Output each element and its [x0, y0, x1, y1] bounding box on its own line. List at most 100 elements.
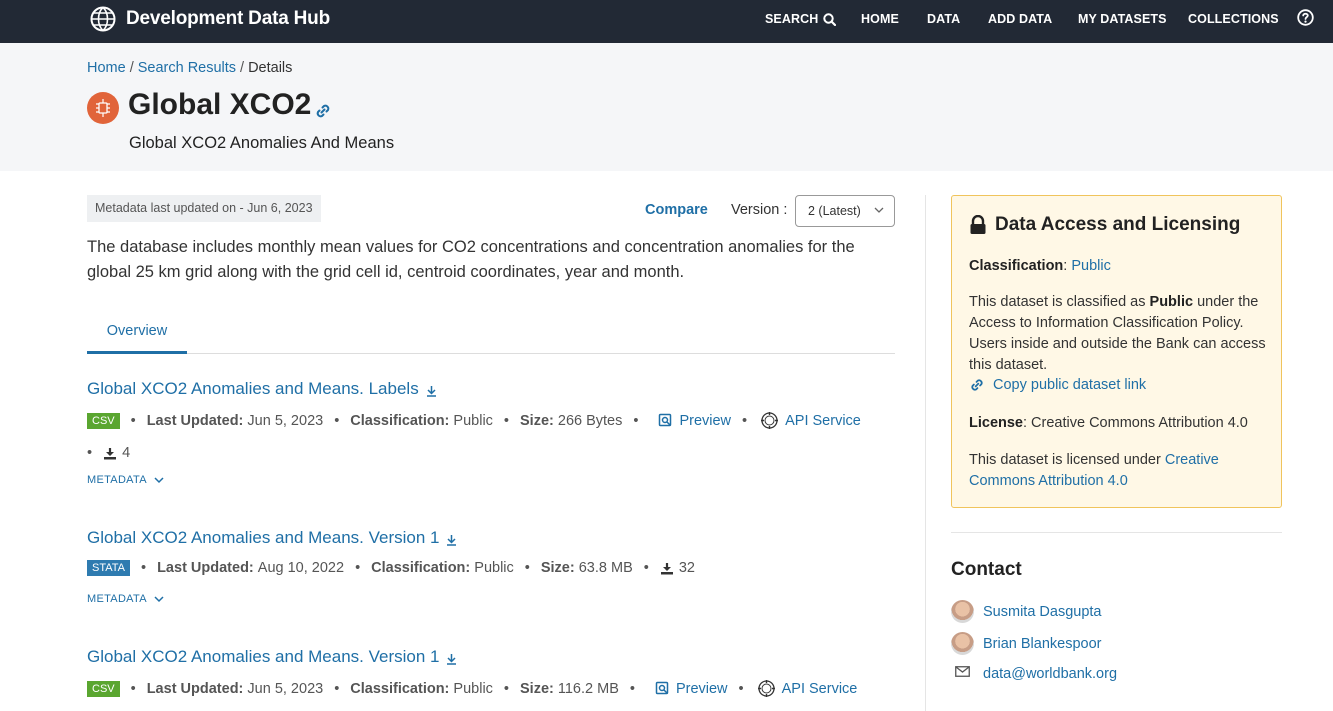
classification-row: Classification: Public	[969, 258, 1111, 274]
size-value: 116.2 MB	[557, 680, 619, 697]
download-icon[interactable]	[446, 653, 457, 665]
download-icon[interactable]	[446, 534, 457, 546]
resource-title[interactable]: Global XCO2 Anomalies and Means. Labels	[87, 379, 437, 399]
contact-email-address: data@worldbank.org	[983, 666, 1118, 682]
dataset-header: Home / Search Results / Details Global XCO2 …	[0, 43, 1333, 171]
data-access-title-text: Data Access and Licensing	[995, 214, 1241, 235]
nav-home[interactable]: HOME	[861, 12, 899, 26]
version-select[interactable]: 2 (Latest)	[795, 195, 895, 227]
preview-link[interactable]: Preview	[655, 681, 728, 697]
api-service-link[interactable]: API Service	[757, 679, 858, 698]
contact-email[interactable]: data@worldbank.org	[951, 666, 1117, 682]
avatar	[951, 600, 974, 623]
size-label: Size:	[540, 560, 575, 576]
size-value: 266 Bytes	[557, 412, 623, 429]
licensed-text-pre: This dataset is licensed under	[969, 452, 1165, 468]
breadcrumb-separator: /	[240, 60, 245, 76]
metadata-toggle-label: METADATA	[87, 593, 147, 605]
nav-data[interactable]: DATA	[927, 12, 960, 26]
resource-title[interactable]: Global XCO2 Anomalies and Means. Version…	[87, 528, 457, 548]
download-icon	[660, 562, 673, 574]
help-icon[interactable]	[1297, 9, 1314, 26]
separator-dot: •	[633, 412, 639, 429]
nav-search[interactable]: SEARCH	[765, 12, 837, 26]
link-icon	[971, 379, 983, 391]
satellite-icon	[96, 99, 110, 117]
last-updated-value: Jun 5, 2023	[247, 412, 324, 429]
metadata-toggle[interactable]: METADATA	[87, 593, 164, 605]
sidebar-divider	[925, 195, 926, 711]
dataset-description: The database includes monthly mean value…	[87, 238, 855, 281]
nav-search-label: SEARCH	[765, 12, 819, 26]
download-icon[interactable]	[426, 385, 437, 397]
copy-dataset-link[interactable]: Copy public dataset link	[969, 377, 1146, 393]
compare-button[interactable]: Compare	[645, 202, 708, 218]
last-updated-label: Last Updated:	[146, 412, 244, 429]
metadata-toggle[interactable]: METADATA	[87, 474, 164, 486]
version-label: Version :	[731, 202, 788, 218]
classified-text-pre: This dataset is classified as	[969, 294, 1150, 310]
contact-person-name: Susmita Dasgupta	[983, 603, 1102, 620]
copy-dataset-link-label: Copy public dataset link	[993, 377, 1147, 393]
last-updated-label: Last Updated:	[146, 680, 244, 697]
breadcrumb-home[interactable]: Home	[87, 60, 126, 76]
tab-overview[interactable]: Overview	[87, 316, 187, 354]
contact-person[interactable]: Susmita Dasgupta	[951, 600, 1101, 623]
sidebar-separator	[951, 532, 1282, 533]
separator-dot: •	[141, 560, 147, 576]
dataset-type-icon	[87, 92, 119, 124]
data-access-panel: Data Access and Licensing Classification…	[951, 195, 1282, 508]
nav-add-data[interactable]: ADD DATA	[988, 12, 1052, 26]
version-selected-value: 2 (Latest)	[808, 204, 861, 218]
api-icon	[757, 680, 775, 697]
api-service-label: API Service	[781, 680, 858, 697]
contact-person-name: Brian Blankespoor	[983, 635, 1102, 652]
search-icon	[823, 12, 837, 26]
preview-link[interactable]: Preview	[658, 413, 731, 429]
separator-dot: •	[130, 412, 136, 429]
preview-label: Preview	[679, 412, 732, 429]
chevron-down-icon	[154, 595, 164, 602]
download-count: 32	[660, 560, 695, 576]
metadata-updated-badge: Metadata last updated on - Jun 6, 2023	[87, 195, 321, 222]
last-updated-value: Aug 10, 2022	[257, 560, 345, 576]
classification-value: Public	[453, 412, 493, 429]
last-updated-label: Last Updated:	[157, 560, 254, 576]
separator-dot: •	[742, 412, 748, 429]
globe-icon	[90, 6, 116, 32]
classification-description: This dataset is classified as Public und…	[969, 292, 1269, 376]
nav-collections[interactable]: COLLECTIONS	[1188, 12, 1279, 26]
classification-value: Public	[474, 560, 514, 576]
classification-link[interactable]: Public	[1071, 258, 1111, 274]
separator-dot: •	[643, 560, 649, 576]
size-value: 63.8 MB	[578, 560, 633, 576]
separator-dot: •	[629, 680, 635, 697]
classification-label: Classification:	[350, 680, 450, 697]
resource-title-text: Global XCO2 Anomalies and Means. Labels	[87, 379, 419, 398]
metadata-toggle-label: METADATA	[87, 474, 147, 486]
lock-icon	[970, 215, 986, 234]
resource-meta: STATA • Last Updated: Aug 10, 2022 • Cla…	[87, 560, 695, 576]
contact-person[interactable]: Brian Blankespoor	[951, 632, 1102, 655]
page-title: Global XCO2	[128, 88, 312, 121]
resource-meta: CSV • Last Updated: Jun 5, 2023 • Classi…	[87, 679, 857, 698]
brand-name: Development Data Hub	[126, 8, 330, 29]
api-service-link[interactable]: API Service	[760, 411, 861, 430]
breadcrumb-search-results[interactable]: Search Results	[138, 60, 236, 76]
breadcrumb: Home / Search Results / Details	[87, 60, 292, 76]
tab-bar: Overview	[87, 316, 895, 354]
avatar	[951, 632, 974, 655]
classification-label: Classification	[969, 258, 1064, 274]
resource-title[interactable]: Global XCO2 Anomalies and Means. Version…	[87, 647, 457, 667]
format-badge: CSV	[87, 680, 120, 697]
nav-my-datasets[interactable]: MY DATASETS	[1078, 12, 1167, 26]
separator-dot: •	[355, 560, 361, 576]
classification-label: Classification:	[371, 560, 471, 576]
last-updated-value: Jun 5, 2023	[247, 680, 324, 697]
link-icon[interactable]	[314, 102, 332, 120]
separator-dot: •	[334, 412, 340, 429]
breadcrumb-current: Details	[248, 60, 293, 76]
download-count-value: 32	[678, 560, 695, 576]
download-count: 4	[103, 445, 130, 461]
brand-logo[interactable]: Development Data Hub	[90, 6, 330, 32]
